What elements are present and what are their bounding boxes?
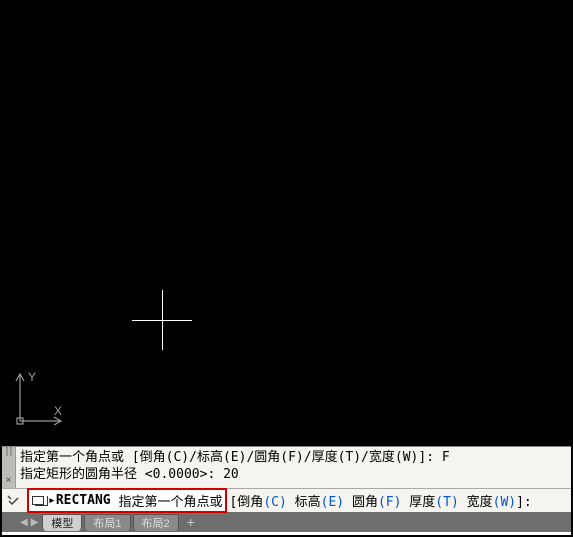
command-history-panel: ┋┋ × 指定第一个角点或 [倒角(C)/标高(E)/圆角(F)/厚度(T)/宽… [2,446,571,488]
tab-model[interactable]: 模型 [42,514,82,531]
command-input-row[interactable]: ▸ RECTANG 指定第一个角点或 [倒角(C) 标高(E) 圆角(F) 厚度… [2,488,571,512]
grip-icon: ┋┋ [5,449,13,455]
tab-add-button[interactable]: + [181,514,201,530]
tab-layout2[interactable]: 布局2 [133,514,179,531]
layout-tabs-bar: ◀▶ 模型 布局1 布局2 + [2,512,571,532]
command-caret: ▸ [48,493,56,508]
ucs-icon: Y X [14,371,64,434]
active-command-name: RECTANG [56,493,111,508]
command-options[interactable]: [倒角(C) 标高(E) 圆角(F) 厚度(T) 宽度(W)]: [229,491,531,510]
command-panel-handle[interactable]: ┋┋ × [2,447,16,488]
command-history-text[interactable]: 指定第一个角点或 [倒角(C)/标高(E)/圆角(F)/厚度(T)/宽度(W)]… [16,447,571,488]
ucs-x-label: X [54,404,62,418]
customize-icon[interactable] [4,492,22,510]
close-icon[interactable]: × [6,476,12,486]
tab-layout1[interactable]: 布局1 [84,514,130,531]
active-command-box: ▸ RECTANG 指定第一个角点或 [27,488,227,513]
command-prompt-text: 指定第一个角点或 [118,491,222,510]
drawing-viewport[interactable]: Y X [2,2,571,446]
tab-scroll-arrows[interactable]: ◀▶ [16,517,42,528]
ucs-y-label: Y [28,371,36,384]
rectangle-icon [32,496,44,505]
